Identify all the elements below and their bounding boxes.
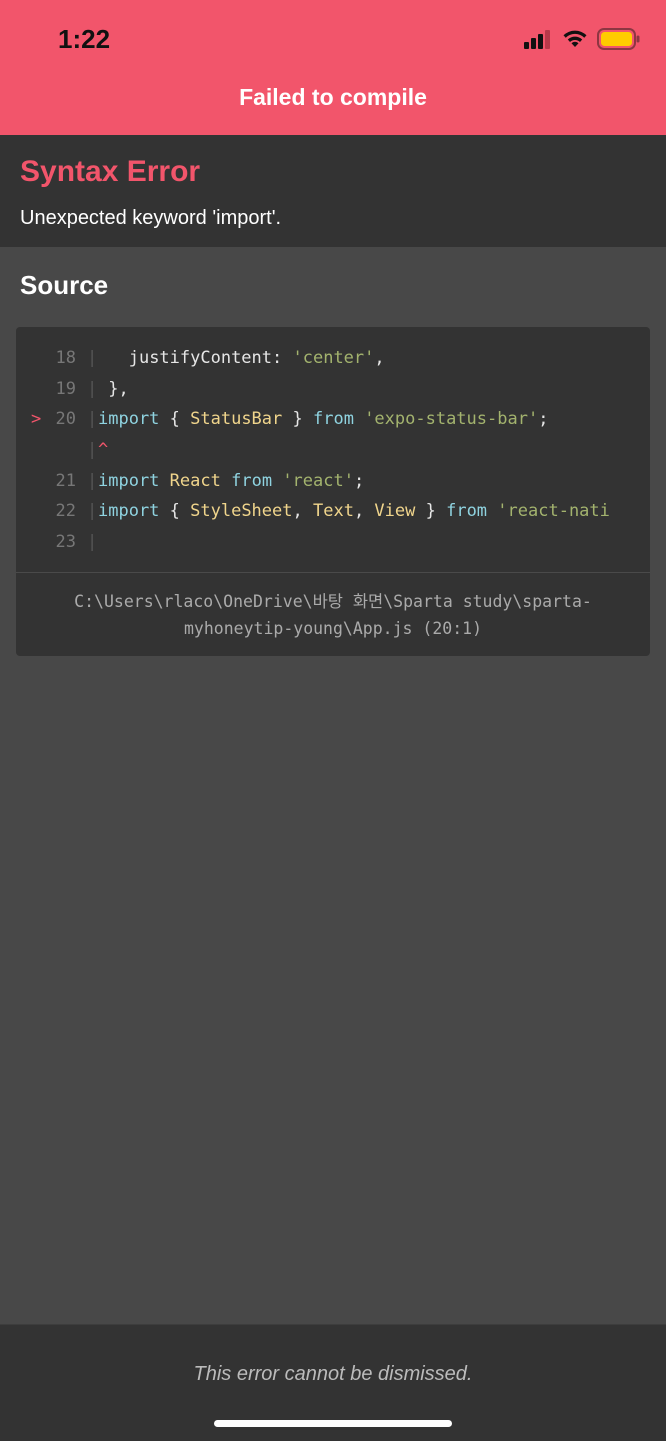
line-number: 20 <box>55 409 76 430</box>
error-line-marker: > <box>31 409 42 430</box>
error-header: 1:22 Failed to compile <box>0 0 666 135</box>
gutter-bar: | <box>87 348 98 368</box>
error-caret: ^ <box>98 440 109 461</box>
cellular-signal-icon <box>524 29 552 54</box>
line-number: 19 <box>55 378 76 399</box>
gutter-bar: | <box>87 470 98 491</box>
code-text: import { StyleSheet, Text, View } from '… <box>98 501 610 522</box>
error-message: Unexpected keyword 'import'. <box>20 207 282 229</box>
status-icons <box>524 28 640 55</box>
code-divider <box>16 572 650 573</box>
status-time: 1:22 <box>58 24 111 54</box>
gutter-bar: | <box>87 440 98 461</box>
header-title: Failed to compile <box>239 84 427 110</box>
battery-icon <box>597 28 640 55</box>
code-frame: 18 | justifyContent: 'center', 19 | }, >20 | i… <box>16 327 650 656</box>
footer-note: This error cannot be dismissed. <box>193 1363 473 1385</box>
wifi-icon <box>562 29 588 54</box>
error-title: Syntax Error <box>20 155 201 188</box>
footer: This error cannot be dismissed. <box>0 1324 666 1441</box>
gutter-bar: | <box>87 378 98 399</box>
file-path-line-1: C:\Users\rlaco\OneDrive\바탕 화면\Sparta stu… <box>74 592 592 611</box>
gutter-bar: | <box>87 409 98 430</box>
code-line: | ^ <box>16 435 650 466</box>
line-number: 18 <box>55 348 76 368</box>
gutter-bar: | <box>87 532 98 553</box>
code-text: import { StatusBar } from 'expo-status-b… <box>98 409 549 430</box>
home-indicator[interactable] <box>214 1420 452 1427</box>
file-path: C:\Users\rlaco\OneDrive\바탕 화면\Sparta stu… <box>16 588 650 642</box>
line-number: 21 <box>55 470 76 491</box>
code-line: 23 | <box>16 527 650 558</box>
line-number: 22 <box>55 501 76 522</box>
code-line: 18 | justifyContent: 'center', <box>16 343 650 374</box>
code-line: >20 | import { StatusBar } from 'expo-stat… <box>16 404 650 435</box>
code-text: justifyContent: 'center', <box>128 348 385 368</box>
code-line: 21 | import React from 'react'; <box>16 466 650 497</box>
code-text: import React from 'react'; <box>98 470 365 491</box>
source-heading: Source <box>20 270 109 300</box>
code-lines: 18 | justifyContent: 'center', 19 | }, >20 | i… <box>16 343 650 558</box>
line-number: 23 <box>55 532 76 553</box>
gutter-bar: | <box>87 501 98 522</box>
error-summary: Syntax Error Unexpected keyword 'import'… <box>0 135 666 247</box>
code-text: }, <box>98 378 129 399</box>
file-path-line-2: myhoneytip-young\App.js (20:1) <box>183 619 482 638</box>
code-line: 19 | }, <box>16 374 650 405</box>
code-line: 22 | import { StyleSheet, Text, View } fro… <box>16 496 650 527</box>
